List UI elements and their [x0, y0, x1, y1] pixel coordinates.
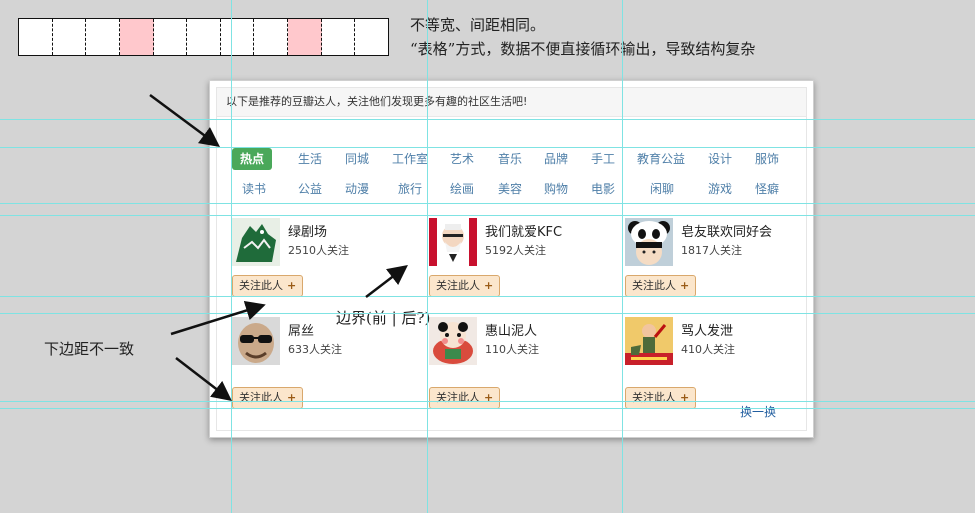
- top-note-line2: “表格”方式，数据不便直接循环输出，导致结构复杂: [410, 40, 756, 58]
- guide-line-horizontal: [0, 119, 975, 120]
- tag-item[interactable]: 读书: [242, 178, 266, 200]
- table-cell-highlight: [119, 19, 154, 55]
- tag-item[interactable]: 设计: [708, 148, 732, 170]
- tag-item[interactable]: 同城: [345, 148, 369, 170]
- propaganda-poster-avatar[interactable]: [625, 317, 673, 365]
- tag-item[interactable]: 怪癖: [755, 178, 779, 200]
- table-cell: [53, 19, 87, 55]
- table-cell: [254, 19, 289, 55]
- guide-line-horizontal: [0, 203, 975, 204]
- table-cell: [19, 19, 53, 55]
- left-note: 下边距不一致: [44, 340, 135, 358]
- tag-item[interactable]: 公益: [298, 178, 322, 200]
- user-name[interactable]: 我们就爱KFC: [485, 221, 562, 240]
- panel-inner: 以下是推荐的豆瓣达人，关注他们发现更多有趣的社区生活吧! 热点 生活 同城 工作…: [216, 87, 807, 431]
- follower-count: 410人关注: [681, 343, 735, 356]
- tag-item[interactable]: 动漫: [345, 178, 369, 200]
- plus-icon: +: [287, 391, 297, 404]
- user-card: 惠山泥人 110人关注 关注此人 +: [429, 317, 619, 409]
- green-monster-avatar[interactable]: [232, 218, 280, 266]
- plus-icon: +: [287, 279, 297, 292]
- table-cell: [221, 19, 255, 55]
- follower-count: 5192人关注: [485, 244, 546, 257]
- tag-item[interactable]: 品牌: [544, 148, 568, 170]
- border-note: 边界(前 | 后?): [336, 309, 431, 327]
- table-cell: [86, 19, 120, 55]
- user-name[interactable]: 绿剧场: [288, 221, 327, 240]
- follow-button[interactable]: 关注此人 +: [429, 387, 501, 409]
- follower-count: 2510人关注: [288, 244, 349, 257]
- plus-icon: +: [484, 279, 494, 292]
- tag-item[interactable]: 手工: [591, 148, 615, 170]
- refresh-link[interactable]: 换一换: [740, 403, 776, 420]
- table-illustration: [18, 18, 389, 56]
- tag-hot[interactable]: 热点: [232, 148, 273, 170]
- tag-item[interactable]: 绘画: [450, 178, 474, 200]
- follow-label: 关注此人: [436, 391, 480, 404]
- recommend-panel: 以下是推荐的豆瓣达人，关注他们发现更多有趣的社区生活吧! 热点 生活 同城 工作…: [209, 80, 814, 438]
- follower-count: 110人关注: [485, 343, 539, 356]
- follow-label: 关注此人: [239, 391, 283, 404]
- table-cell: [154, 19, 188, 55]
- tag-item[interactable]: 艺术: [450, 148, 474, 170]
- table-cell: [187, 19, 221, 55]
- intro-text: 以下是推荐的豆瓣达人，关注他们发现更多有趣的社区生活吧!: [217, 88, 806, 117]
- top-note-line1: 不等宽、间距相同。: [410, 16, 546, 34]
- follow-label: 关注此人: [632, 391, 676, 404]
- user-name[interactable]: 皂友联欢同好会: [681, 221, 772, 240]
- user-name[interactable]: 屌丝: [288, 320, 314, 339]
- tag-item[interactable]: 服饰: [755, 148, 779, 170]
- tag-item[interactable]: 音乐: [498, 148, 522, 170]
- follow-button[interactable]: 关注此人 +: [625, 387, 697, 409]
- tag-item[interactable]: 购物: [544, 178, 568, 200]
- follow-button[interactable]: 关注此人 +: [625, 275, 697, 297]
- tag-item[interactable]: 游戏: [708, 178, 732, 200]
- user-card: 皂友联欢同好会 1817人关注 关注此人 +: [625, 218, 815, 308]
- plus-icon: +: [484, 391, 494, 404]
- tag-item[interactable]: 美容: [498, 178, 522, 200]
- guide-line-horizontal: [0, 147, 975, 148]
- user-name[interactable]: 骂人发泄: [681, 320, 733, 339]
- guide-line-horizontal: [0, 296, 975, 297]
- guide-line-horizontal: [0, 408, 975, 409]
- follow-button[interactable]: 关注此人 +: [232, 387, 304, 409]
- plus-icon: +: [680, 391, 690, 404]
- plus-icon: +: [680, 279, 690, 292]
- guide-line-vertical: [231, 0, 232, 513]
- tag-item[interactable]: 电影: [591, 178, 615, 200]
- user-name[interactable]: 惠山泥人: [485, 320, 537, 339]
- tag-item[interactable]: 生活: [298, 148, 322, 170]
- clay-figurine-avatar[interactable]: [429, 317, 477, 365]
- kfc-logo-avatar[interactable]: [429, 218, 477, 266]
- follow-button[interactable]: 关注此人 +: [232, 275, 304, 297]
- tag-item[interactable]: 旅行: [398, 178, 422, 200]
- guide-line-horizontal: [0, 215, 975, 216]
- follower-count: 633人关注: [288, 343, 342, 356]
- user-card: 绿剧场 2510人关注 关注此人 +: [232, 218, 422, 308]
- guide-line-vertical: [622, 0, 623, 513]
- follow-label: 关注此人: [632, 279, 676, 292]
- panda-hat-avatar[interactable]: [625, 218, 673, 266]
- user-card: 屌丝 633人关注 关注此人 +: [232, 317, 422, 409]
- follower-count: 1817人关注: [681, 244, 742, 257]
- user-card: 我们就爱KFC 5192人关注 关注此人 +: [429, 218, 619, 308]
- user-card: 骂人发泄 410人关注 关注此人 +: [625, 317, 815, 409]
- follow-label: 关注此人: [436, 279, 480, 292]
- tag-item[interactable]: 教育公益: [637, 148, 685, 170]
- guide-line-horizontal: [0, 313, 975, 314]
- table-cell: [322, 19, 356, 55]
- table-cell: [355, 19, 388, 55]
- guide-line-vertical: [427, 0, 428, 513]
- follow-button[interactable]: 关注此人 +: [429, 275, 501, 297]
- tag-item[interactable]: 闲聊: [650, 178, 674, 200]
- follow-label: 关注此人: [239, 279, 283, 292]
- sunglasses-man-avatar[interactable]: [232, 317, 280, 365]
- guide-line-horizontal: [0, 401, 975, 402]
- table-cell-highlight: [288, 19, 322, 55]
- tag-item[interactable]: 工作室: [392, 148, 428, 170]
